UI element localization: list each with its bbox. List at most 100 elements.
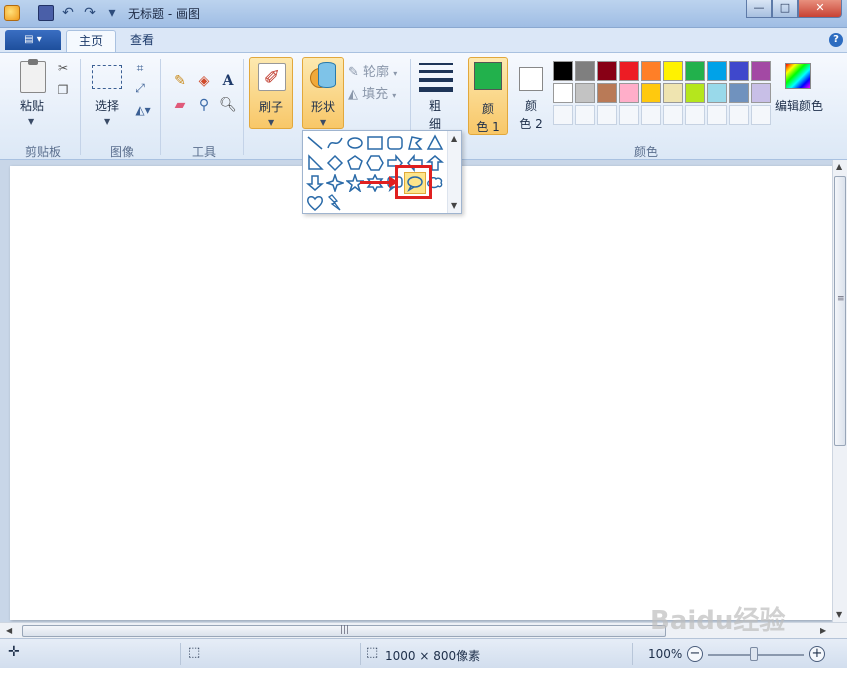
color-swatch[interactable]	[575, 83, 595, 103]
left-arrow-shape-icon[interactable]	[405, 153, 425, 173]
cut-icon[interactable]: ✂	[56, 61, 70, 75]
brushes-button[interactable]: ✐ 刷子 ▼	[249, 57, 293, 129]
select-button[interactable]: 选择	[88, 97, 126, 114]
custom-color-slot[interactable]	[707, 105, 727, 125]
redo-icon[interactable]: ↷	[82, 5, 98, 21]
shapes-button[interactable]: 形状 ▼	[302, 57, 344, 129]
save-icon[interactable]	[38, 5, 54, 21]
scroll-right-icon[interactable]: ▶	[820, 626, 826, 635]
crop-icon[interactable]: ⌗	[133, 61, 147, 75]
tab-home[interactable]: 主页	[66, 30, 117, 52]
color2-label-line2[interactable]: 色 2	[512, 115, 550, 132]
oval-shape-icon[interactable]	[345, 133, 365, 153]
up-arrow-shape-icon[interactable]	[425, 153, 445, 173]
down-arrow-shape-icon[interactable]	[305, 173, 325, 193]
gallery-scroll-up-icon[interactable]: ▲	[451, 134, 457, 143]
tab-view[interactable]: 查看	[118, 30, 166, 52]
size-label-line1[interactable]: 粗	[420, 97, 450, 114]
curve-shape-icon[interactable]	[325, 133, 345, 153]
color-swatch[interactable]	[597, 61, 617, 81]
color-swatch[interactable]	[729, 61, 749, 81]
color-swatch[interactable]	[751, 83, 771, 103]
text-tool-icon[interactable]: A	[218, 71, 238, 91]
color2-label-line1[interactable]: 颜	[512, 97, 550, 114]
maximize-button[interactable]: □	[772, 0, 798, 18]
hexagon-shape-icon[interactable]	[365, 153, 385, 173]
custom-color-slot[interactable]	[619, 105, 639, 125]
custom-color-slot[interactable]	[729, 105, 749, 125]
drawing-canvas[interactable]	[10, 166, 832, 620]
color-swatch[interactable]	[619, 61, 639, 81]
custom-color-slot[interactable]	[553, 105, 573, 125]
triangle-shape-icon[interactable]	[425, 133, 445, 153]
color-swatch[interactable]	[751, 61, 771, 81]
rounded-rectangle-shape-icon[interactable]	[385, 133, 405, 153]
zoom-in-button[interactable]: +	[809, 646, 825, 662]
color-swatch[interactable]	[663, 83, 683, 103]
fill-bucket-icon[interactable]: ◈	[194, 71, 214, 91]
shapes-gallery-scrollbar[interactable]: ▲ ▼	[447, 131, 461, 213]
select-dropdown-icon[interactable]: ▼	[104, 117, 110, 126]
vertical-scroll-thumb[interactable]	[834, 176, 846, 446]
undo-icon[interactable]: ↶	[60, 5, 76, 21]
vertical-scrollbar[interactable]: ▲ ≡ ▼	[832, 160, 847, 622]
custom-color-slot[interactable]	[641, 105, 661, 125]
gallery-scroll-down-icon[interactable]: ▼	[451, 201, 457, 210]
pentagon-shape-icon[interactable]	[345, 153, 365, 173]
pencil-icon[interactable]: ✎	[170, 71, 190, 91]
rectangle-shape-icon[interactable]	[365, 133, 385, 153]
eraser-icon[interactable]: ▰	[170, 95, 190, 115]
color-picker-icon[interactable]: ⚲	[194, 95, 214, 115]
resize-icon[interactable]: ⤢	[133, 81, 147, 95]
line-shape-icon[interactable]	[305, 133, 325, 153]
copy-icon[interactable]: ❐	[56, 83, 70, 97]
heart-shape-icon[interactable]	[305, 193, 325, 213]
cloud-callout-shape-icon[interactable]	[425, 173, 445, 193]
custom-color-slot[interactable]	[663, 105, 683, 125]
fill-button[interactable]: ◭ 填充 ▾	[348, 83, 396, 102]
zoom-slider-thumb[interactable]	[750, 647, 758, 661]
color-swatch[interactable]	[729, 83, 749, 103]
color-swatch[interactable]	[597, 83, 617, 103]
custom-color-slot[interactable]	[575, 105, 595, 125]
rotate-icon[interactable]: ◭▾	[131, 103, 155, 117]
color-swatch[interactable]	[553, 61, 573, 81]
scroll-up-icon[interactable]: ▲	[836, 162, 842, 171]
four-point-star-shape-icon[interactable]	[324, 172, 346, 194]
zoom-out-button[interactable]: −	[687, 646, 703, 662]
paint-app-icon[interactable]	[4, 5, 20, 21]
color-swatch[interactable]	[707, 61, 727, 81]
custom-color-slot[interactable]	[597, 105, 617, 125]
color-swatch[interactable]	[707, 83, 727, 103]
clipboard-icon[interactable]	[20, 59, 46, 93]
oval-callout-shape-icon[interactable]	[404, 172, 426, 194]
color-swatch[interactable]	[685, 83, 705, 103]
paste-button[interactable]: 粘贴	[14, 97, 50, 114]
right-triangle-shape-icon[interactable]	[305, 153, 325, 173]
paint-menu-button[interactable]: ▤ ▾	[5, 30, 61, 50]
magnifier-icon[interactable]: 🔍︎	[218, 95, 238, 115]
outline-button[interactable]: ✎ 轮廓 ▾	[348, 61, 397, 80]
color1-button[interactable]: 颜 色 1	[468, 57, 508, 135]
custom-color-slot[interactable]	[751, 105, 771, 125]
edit-colors-icon[interactable]	[785, 63, 811, 89]
color-swatch[interactable]	[575, 61, 595, 81]
minimize-button[interactable]: —	[746, 0, 772, 18]
edit-colors-button[interactable]: 编辑颜色	[772, 97, 826, 114]
select-icon[interactable]	[92, 65, 122, 89]
help-icon[interactable]: ?	[829, 33, 843, 47]
custom-color-slot[interactable]	[685, 105, 705, 125]
color2-swatch[interactable]	[519, 67, 543, 91]
size-icon[interactable]	[419, 63, 453, 97]
color-swatch[interactable]	[619, 83, 639, 103]
color-swatch[interactable]	[663, 61, 683, 81]
color-swatch[interactable]	[641, 83, 661, 103]
close-button[interactable]: ✕	[798, 0, 842, 18]
scroll-down-icon[interactable]: ▼	[836, 610, 842, 619]
scroll-left-icon[interactable]: ◀	[6, 626, 12, 635]
polygon-shape-icon[interactable]	[405, 133, 425, 153]
diamond-shape-icon[interactable]	[325, 153, 345, 173]
customize-chevron-icon[interactable]: ▾	[104, 5, 120, 21]
color-swatch[interactable]	[553, 83, 573, 103]
paste-dropdown-icon[interactable]: ▼	[28, 117, 34, 126]
